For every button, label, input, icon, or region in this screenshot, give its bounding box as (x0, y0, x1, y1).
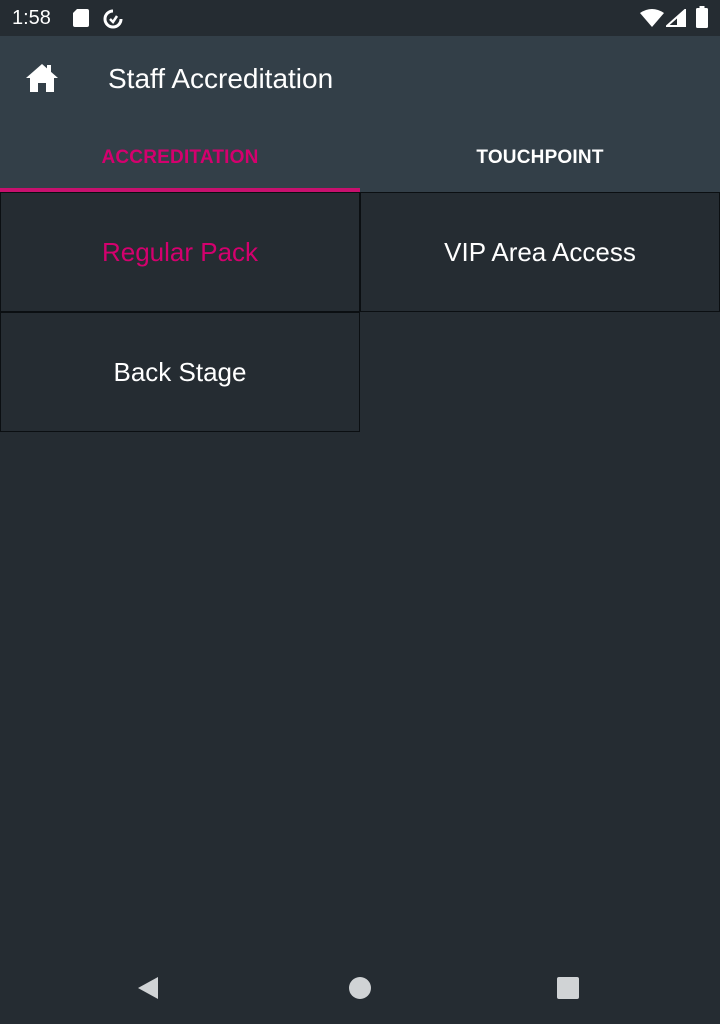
tile-vip-area-access[interactable]: VIP Area Access (360, 192, 720, 312)
tile-back-stage[interactable]: Back Stage (0, 312, 360, 432)
back-icon[interactable] (136, 976, 160, 1000)
home-circle-icon[interactable] (348, 976, 372, 1000)
recents-icon[interactable] (556, 976, 580, 1000)
screen: 1:58 Staff Accreditation ACCREDITATION T… (0, 0, 720, 1024)
status-time: 1:58 (12, 7, 51, 29)
home-icon[interactable] (24, 60, 60, 96)
tab-touchpoint[interactable]: TOUCHPOINT (360, 124, 720, 192)
status-bar: 1:58 (0, 0, 720, 36)
tile-label: Back Stage (113, 356, 247, 387)
tab-label: TOUCHPOINT (476, 147, 604, 168)
cell-signal-icon (664, 7, 686, 32)
tile-label: VIP Area Access (444, 236, 636, 267)
tab-bar: ACCREDITATION TOUCHPOINT (0, 124, 720, 192)
sd-card-icon (72, 8, 90, 33)
tile-regular-pack[interactable]: Regular Pack (0, 192, 360, 312)
tab-label: ACCREDITATION (101, 147, 259, 168)
battery-icon (696, 6, 708, 33)
wifi-icon (640, 9, 664, 32)
page-title: Staff Accreditation (108, 63, 334, 94)
data-saver-icon (102, 8, 124, 35)
app-bar: Staff Accreditation ACCREDITATION TOUCHP… (0, 36, 720, 192)
tile-label: Regular Pack (101, 236, 259, 267)
tab-accreditation[interactable]: ACCREDITATION (0, 124, 360, 192)
navigation-bar (0, 952, 720, 1024)
